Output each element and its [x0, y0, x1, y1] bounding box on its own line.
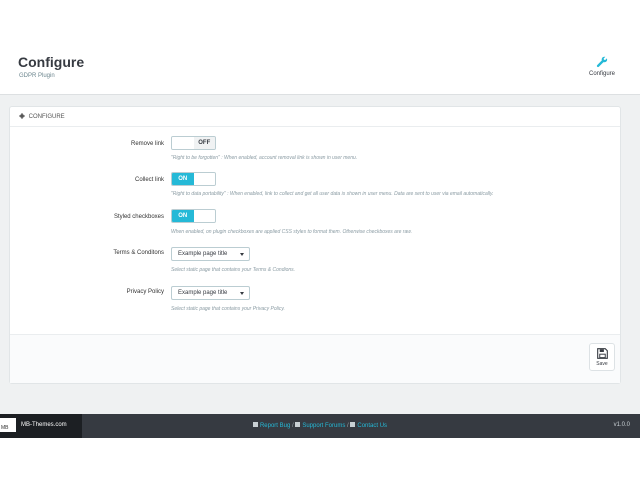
remove-link-help: "Right to be forgotten" : When enabled, … — [171, 155, 358, 161]
privacy-select-value: Example page title — [178, 290, 228, 296]
footer-links: Report Bug / Support Forums / Contact Us — [0, 422, 640, 429]
panel-heading: CONFIGURE — [10, 107, 620, 127]
switch-off-side — [172, 137, 194, 149]
configure-toolbar-label: Configure — [588, 71, 615, 77]
collect-link-switch[interactable]: ON — [171, 172, 216, 186]
caret-down-icon — [240, 253, 244, 256]
terms-label: Terms & Conditons — [113, 250, 164, 256]
switch-value: ON — [172, 173, 194, 185]
footer-separator: / — [347, 423, 349, 429]
floppy-disk-icon — [596, 348, 608, 359]
switch-value: OFF — [193, 137, 215, 149]
remove-link-label: Remove link — [130, 141, 164, 147]
collect-link-label: Collect link — [134, 177, 164, 183]
panel-heading-label: CONFIGURE — [28, 114, 65, 120]
terms-page-select[interactable]: Example page title — [171, 247, 250, 261]
wrench-icon — [596, 56, 608, 68]
switch-off-side — [193, 210, 215, 222]
bug-icon — [252, 422, 258, 427]
gear-icon — [19, 113, 25, 119]
switch-off-side — [193, 173, 215, 185]
configure-toolbar-button[interactable]: Configure — [584, 56, 620, 77]
report-bug-link[interactable]: Report Bug — [260, 423, 290, 429]
save-button[interactable]: Save — [589, 343, 615, 371]
page-title: Configure — [18, 54, 85, 70]
page-header: Configure GDPR Plugin Configure — [0, 0, 640, 95]
version-label: v1.0.0 — [613, 422, 630, 428]
remove-link-switch[interactable]: OFF — [171, 136, 216, 150]
page-subtitle: GDPR Plugin — [19, 73, 55, 79]
styled-checkboxes-label: Styled checkboxes — [113, 214, 164, 220]
support-forums-link[interactable]: Support Forums — [302, 423, 345, 429]
configure-panel: CONFIGURE Remove link OFF "Right to be f… — [9, 106, 621, 384]
terms-help: Select static page that contains your Te… — [171, 267, 296, 273]
terms-select-value: Example page title — [178, 251, 228, 257]
eye-icon — [295, 422, 301, 427]
page-bottom-area — [0, 438, 640, 480]
privacy-label: Privacy Policy — [126, 289, 164, 295]
styled-checkboxes-help: When enabled, on plugin checkboxes are a… — [171, 229, 412, 235]
envelope-icon — [350, 422, 356, 427]
footer: MB MB-Themes.com Report Bug / Support Fo… — [0, 414, 640, 438]
collect-link-help: "Right to data portability" : When enabl… — [171, 191, 494, 197]
privacy-help: Select static page that contains your Pr… — [171, 306, 285, 312]
switch-value: ON — [172, 210, 194, 222]
styled-checkboxes-switch[interactable]: ON — [171, 209, 216, 223]
contact-us-link[interactable]: Contact Us — [357, 423, 387, 429]
caret-down-icon — [240, 292, 244, 295]
panel-footer: Save — [10, 334, 620, 383]
footer-separator: / — [291, 423, 294, 429]
privacy-page-select[interactable]: Example page title — [171, 286, 250, 300]
save-button-label: Save — [596, 361, 608, 367]
